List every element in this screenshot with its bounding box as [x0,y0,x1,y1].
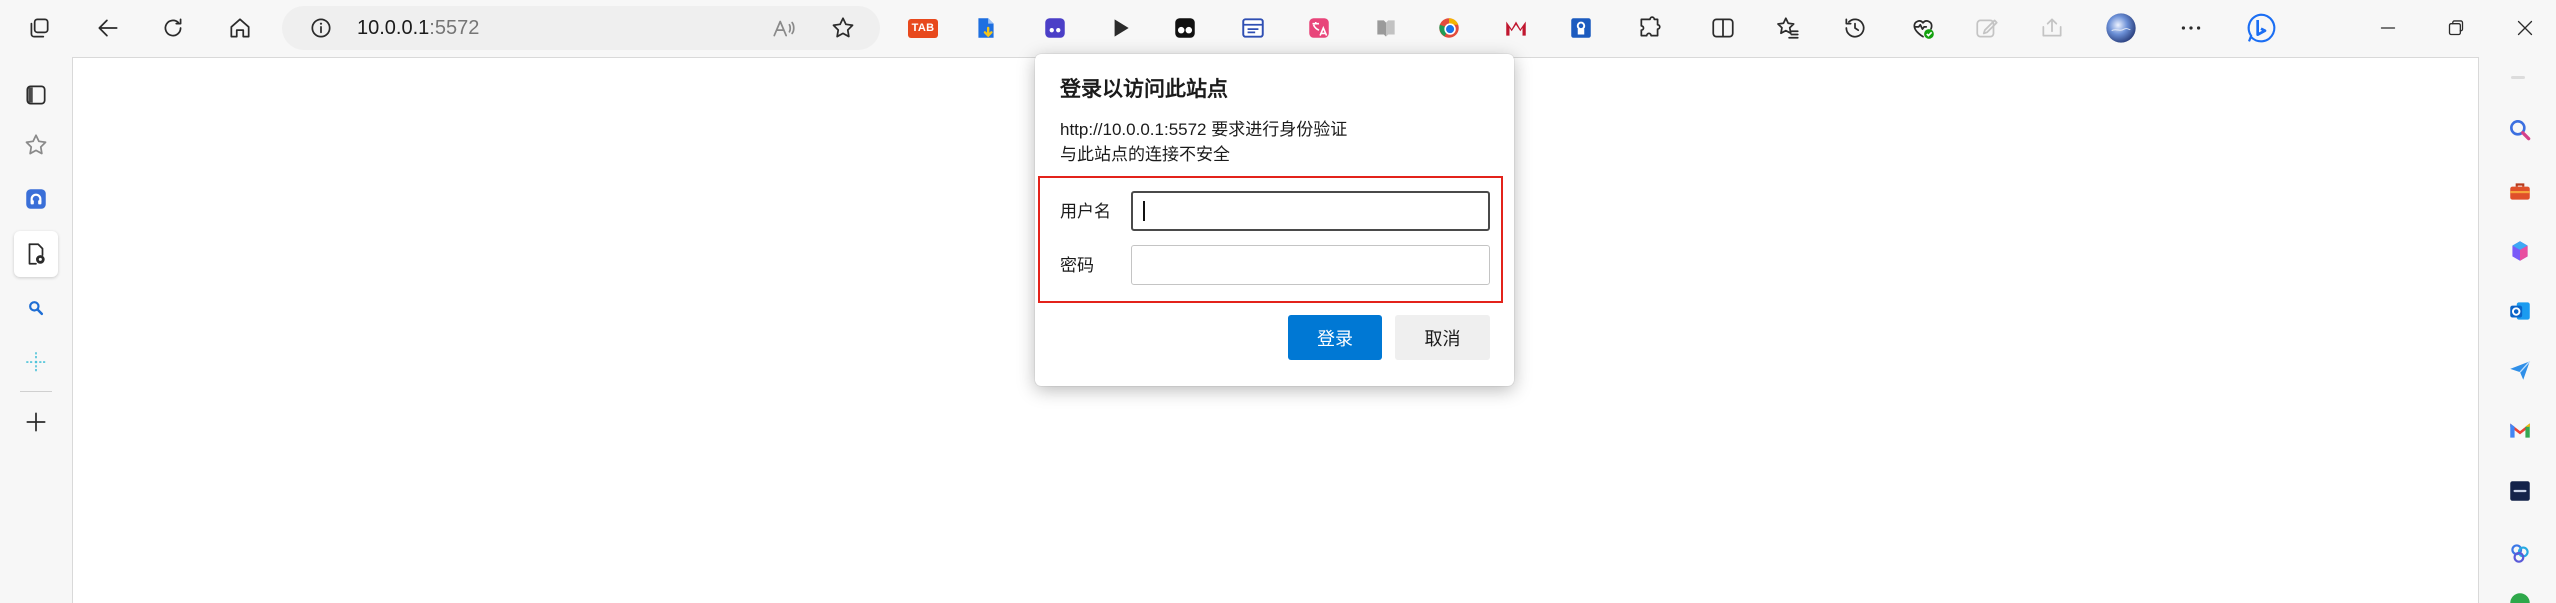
green-app-icon[interactable] [2503,586,2537,603]
back-icon[interactable] [91,11,125,45]
close-icon[interactable] [2508,11,2542,45]
favorites-icon[interactable] [1771,11,1805,45]
m-logo-extension-icon[interactable] [1499,11,1533,45]
username-label: 用户名 [1060,202,1111,221]
refresh-icon[interactable] [156,11,190,45]
history-icon[interactable] [1838,11,1872,45]
globe-extension-icon[interactable] [1432,11,1466,45]
tampermonkey-icon[interactable] [1168,11,1202,45]
tab-extension-icon[interactable]: TAB [906,11,940,45]
people-icon[interactable] [2503,536,2537,570]
copilot-icon[interactable] [2503,234,2537,268]
more-icon[interactable] [2174,11,2208,45]
search-app-icon[interactable] [19,291,53,325]
blue-badge-extension-icon[interactable] [1564,11,1598,45]
dark-app-icon[interactable] [2503,474,2537,508]
right-sidebar [2479,57,2556,603]
browser-essentials-icon[interactable] [1906,11,1940,45]
split-screen-icon[interactable] [1706,11,1740,45]
blue-app-icon[interactable] [19,182,53,216]
minimize-icon[interactable] [2371,11,2405,45]
dialog-warning: 与此站点的连接不安全 [1060,145,1230,164]
restore-icon[interactable] [2439,11,2473,45]
home-icon[interactable] [223,11,257,45]
dialog-message: http://10.0.0.1:5572 要求进行身份验证 [1060,120,1348,139]
send-icon[interactable] [2503,353,2537,387]
tools-icon[interactable] [2503,174,2537,208]
page-settings-icon[interactable] [19,237,53,271]
read-aloud-icon[interactable] [767,11,801,45]
password-input[interactable] [1131,245,1490,285]
password-label: 密码 [1060,256,1094,275]
address-url[interactable]: 10.0.0.1:5572 [357,6,479,50]
add-favorite-icon[interactable] [826,11,860,45]
sidebar-hide-icon[interactable] [2511,76,2525,79]
left-sidebar [0,57,72,603]
login-dialog: 登录以访问此站点 http://10.0.0.1:5572 要求进行身份验证 与… [1035,54,1514,386]
sidebar-divider [20,391,52,392]
profile-avatar[interactable] [2104,11,2138,45]
crosshair-app-icon[interactable] [19,345,53,379]
dialog-title: 登录以访问此站点 [1060,78,1228,101]
web-capture-icon [1970,11,2004,45]
outlook-icon[interactable] [2503,294,2537,328]
tab-extension-label: TAB [908,18,938,38]
reader-extension-icon[interactable] [1369,11,1403,45]
extensions-icon[interactable] [1633,11,1667,45]
play-extension-icon[interactable] [1103,11,1137,45]
browser-toolbar: 10.0.0.1:5572 TAB [0,0,2556,57]
site-info-icon[interactable] [304,11,338,45]
favorites-star-icon[interactable] [19,128,53,162]
login-button[interactable]: 登录 [1288,315,1382,360]
window-extension-icon[interactable] [1236,11,1270,45]
address-host: 10.0.0.1 [357,17,430,39]
search-icon[interactable] [2503,113,2537,147]
tab-actions-icon[interactable] [22,11,56,45]
address-port: :5572 [429,17,480,39]
translate-extension-icon[interactable] [1302,11,1336,45]
add-icon[interactable] [19,405,53,439]
vertical-tabs-icon[interactable] [19,78,53,112]
text-caret [1143,201,1145,221]
bing-chat-icon[interactable] [2244,11,2278,45]
cancel-button[interactable]: 取消 [1395,315,1490,360]
address-bar[interactable]: 10.0.0.1:5572 [282,6,880,50]
purple-extension-icon[interactable] [1038,11,1072,45]
username-input[interactable] [1131,191,1490,231]
gmail-icon[interactable] [2503,413,2537,447]
file-download-extension-icon[interactable] [969,11,1003,45]
share-icon [2035,11,2069,45]
